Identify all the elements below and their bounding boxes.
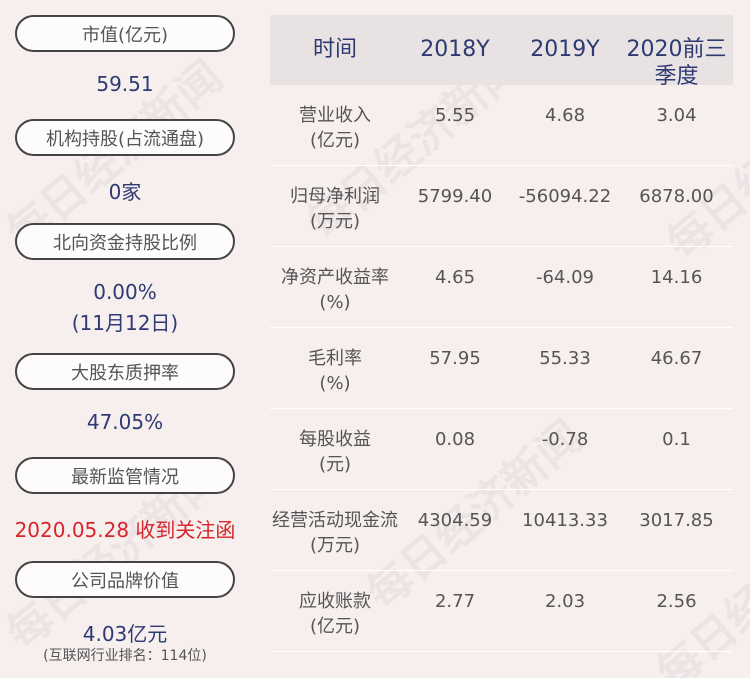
metric-name: 归母净利润 <box>290 186 380 207</box>
pledge-value: 47.05% <box>86 410 164 434</box>
cell-2019: -0.78 <box>541 429 589 450</box>
cell-2018: 2.77 <box>434 591 476 612</box>
inst-holding-label: 机构持股(占流通盘) <box>15 119 235 156</box>
row-label: 经营活动现金流 (万元) <box>270 508 400 558</box>
table-row: 净资产收益率 (%) 4.65 -64.09 14.16 <box>270 247 733 328</box>
regulation-label: 最新监管情况 <box>15 457 235 494</box>
cell-2020: 3017.85 <box>639 510 714 531</box>
cell-2018: 4.65 <box>434 267 476 288</box>
metric-unit: (万元) <box>309 211 361 232</box>
cell-2020: 3.04 <box>656 105 697 126</box>
cell-2018: 5.55 <box>434 105 476 126</box>
row-label: 归母净利润 (万元) <box>270 184 400 234</box>
row-label: 净资产收益率 (%) <box>270 265 400 315</box>
cell-2019: -56094.22 <box>518 186 612 207</box>
table-row: 营业收入 (亿元) 5.55 4.68 3.04 <box>270 85 733 166</box>
metric-unit: (亿元) <box>309 130 361 151</box>
northbound-value: 0.00% <box>93 280 157 304</box>
cell-2020: 6878.00 <box>639 186 714 207</box>
metric-name: 净资产收益率 <box>281 267 389 288</box>
metric-unit: (元) <box>318 454 352 475</box>
metric-unit: (%) <box>319 292 351 313</box>
cell-2020: 14.16 <box>650 267 703 288</box>
table-row: 经营活动现金流 (万元) 4304.59 10413.33 3017.85 <box>270 490 733 571</box>
metric-name: 经营活动现金流 <box>272 510 398 531</box>
financials-table: 时间 2018Y 2019Y 2020前三季度 营业收入 (亿元) 5.55 4.68… <box>270 15 733 652</box>
cell-2019: 55.33 <box>539 348 591 369</box>
table-row: 归母净利润 (万元) 5799.40 -56094.22 6878.00 <box>270 166 733 247</box>
header-2019: 2019Y <box>530 37 600 62</box>
metric-name: 毛利率 <box>308 348 362 369</box>
cell-2020: 2.56 <box>656 591 697 612</box>
brand-value: 4.03亿元 <box>82 622 168 646</box>
cell-2018: 4304.59 <box>417 510 493 531</box>
table-header: 时间 2018Y 2019Y 2020前三季度 <box>270 15 733 89</box>
cell-2020: 46.67 <box>650 348 703 369</box>
metric-unit: (亿元) <box>309 616 361 637</box>
metric-unit: (万元) <box>309 535 361 556</box>
row-label: 每股收益 (元) <box>270 427 400 477</box>
cell-2019: 4.68 <box>544 105 586 126</box>
header-time: 时间 <box>312 37 357 62</box>
brand-rank: (互联网行业排名：114位) <box>43 648 207 664</box>
northbound-label: 北向资金持股比例 <box>15 223 235 260</box>
regulation-value: 2020.05.28 收到关注函 <box>14 518 236 542</box>
key-metrics-panel: 市值(亿元) 59.51 机构持股(占流通盘) 0家 北向资金持股比例 0.00… <box>0 0 250 678</box>
metric-name: 营业收入 <box>299 105 371 126</box>
table-row: 每股收益 (元) 0.08 -0.78 0.1 <box>270 409 733 490</box>
row-label: 应收账款 (亿元) <box>270 589 400 639</box>
cell-2018: 57.95 <box>429 348 481 369</box>
metric-unit: (%) <box>319 373 351 394</box>
cell-2018: 0.08 <box>434 429 476 450</box>
row-label: 营业收入 (亿元) <box>270 103 400 153</box>
table-row: 毛利率 (%) 57.95 55.33 46.67 <box>270 328 733 409</box>
metric-name: 应收账款 <box>299 591 371 612</box>
row-label: 毛利率 (%) <box>270 346 400 396</box>
northbound-date: (11月12日) <box>71 311 179 335</box>
brand-label: 公司品牌价值 <box>15 561 235 598</box>
metric-name: 每股收益 <box>299 429 371 450</box>
market-cap-label: 市值(亿元) <box>15 15 235 52</box>
pledge-label: 大股东质押率 <box>15 353 235 390</box>
header-2020q3: 2020前三季度 <box>626 37 727 89</box>
table-row: 应收账款 (亿元) 2.77 2.03 2.56 <box>270 571 733 652</box>
cell-2019: 10413.33 <box>522 510 608 531</box>
cell-2020: 0.1 <box>662 429 691 450</box>
cell-2018: 5799.40 <box>417 186 493 207</box>
market-cap-value: 59.51 <box>96 72 154 96</box>
cell-2019: -64.09 <box>535 267 595 288</box>
header-2018: 2018Y <box>420 37 490 62</box>
cell-2019: 2.03 <box>544 591 586 612</box>
inst-holding-value: 0家 <box>108 180 142 204</box>
